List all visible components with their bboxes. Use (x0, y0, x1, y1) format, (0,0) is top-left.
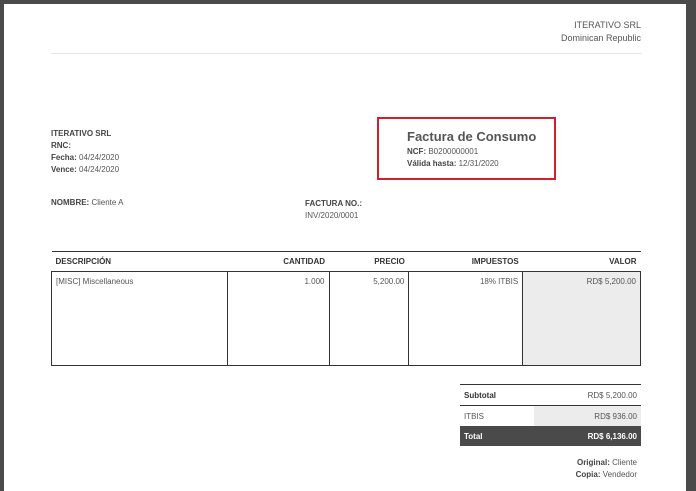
original-label: Original: (576, 458, 610, 467)
header-cantidad: CANTIDAD (227, 251, 329, 272)
invoice-page: ITERATIVO SRL Dominican Republic ITERATI… (4, 4, 686, 491)
table-row: [MISC] Miscellaneous 1.000 5,200.00 18% … (51, 271, 641, 366)
copia-value: Vendedor (602, 470, 637, 479)
original-value: Cliente (612, 458, 637, 467)
company-header: ITERATIVO SRL Dominican Republic (561, 19, 641, 45)
table-header-row: DESCRIPCIÓN CANTIDAD PRECIO IMPUESTOS VA… (51, 251, 641, 272)
company-name: ITERATIVO SRL (574, 20, 641, 30)
header-precio: PRECIO (329, 251, 409, 272)
vence-label: Vence: (51, 165, 77, 174)
header-valor: VALOR (522, 251, 641, 272)
fecha-label: Fecha: (51, 153, 77, 162)
cell-cantidad: 1.000 (226, 271, 330, 366)
company-country: Dominican Republic (560, 33, 641, 43)
ncf-value: B0200000001 (428, 147, 479, 156)
subtotal-row: Subtotal RD$ 5,200.00 (460, 384, 641, 406)
cell-impuestos: 18% ITBIS (408, 271, 524, 366)
subtotal-value: RD$ 5,200.00 (534, 384, 641, 406)
total-value: RD$ 6,136.00 (534, 426, 641, 446)
factura-no-label: FACTURA NO.: (305, 199, 363, 208)
nombre-value: Cliente A (91, 198, 124, 207)
fecha-value: 04/24/2020 (79, 153, 120, 162)
cell-descripcion: [MISC] Miscellaneous (51, 271, 228, 366)
tax-row: ITBIS RD$ 936.00 (460, 405, 641, 426)
copy-info: Original: Cliente Copia: Vendedor (576, 457, 637, 481)
vence-value: 04/24/2020 (79, 165, 120, 174)
valida-label: Válida hasta: (407, 159, 457, 168)
subtotal-label: Subtotal (460, 384, 535, 406)
invoice-number: FACTURA NO.: INV/2020/0001 (305, 198, 362, 222)
document-title: Factura de Consumo (407, 129, 537, 144)
items-table: DESCRIPCIÓN CANTIDAD PRECIO IMPUESTOS VA… (51, 251, 641, 366)
issuer-name: ITERATIVO SRL (51, 129, 112, 138)
totals-table: Subtotal RD$ 5,200.00 ITBIS RD$ 936.00 T… (460, 384, 641, 446)
issuer-info: ITERATIVO SRL RNC: Fecha: 04/24/2020 Ven… (51, 128, 119, 176)
cell-precio: 5,200.00 (328, 271, 410, 366)
customer-info: NOMBRE: Cliente A (51, 198, 123, 207)
rnc-label: RNC: (51, 141, 71, 150)
total-label: Total (460, 426, 535, 446)
document-ncf-info: NCF: B0200000001 Válida hasta: 12/31/202… (407, 146, 499, 170)
valida-value: 12/31/2020 (458, 159, 499, 168)
copia-label: Copia: (575, 470, 601, 479)
nombre-label: NOMBRE: (51, 198, 90, 207)
factura-no-value: INV/2020/0001 (305, 211, 359, 220)
tax-label: ITBIS (464, 411, 485, 421)
cell-valor: RD$ 5,200.00 (522, 271, 641, 366)
total-row: Total RD$ 6,136.00 (460, 426, 641, 446)
tax-value: RD$ 936.00 (534, 405, 641, 426)
header-divider (51, 53, 642, 54)
header-descripcion: DESCRIPCIÓN (51, 251, 228, 272)
header-impuestos: IMPUESTOS (408, 251, 523, 272)
ncf-label: NCF: (407, 147, 427, 156)
